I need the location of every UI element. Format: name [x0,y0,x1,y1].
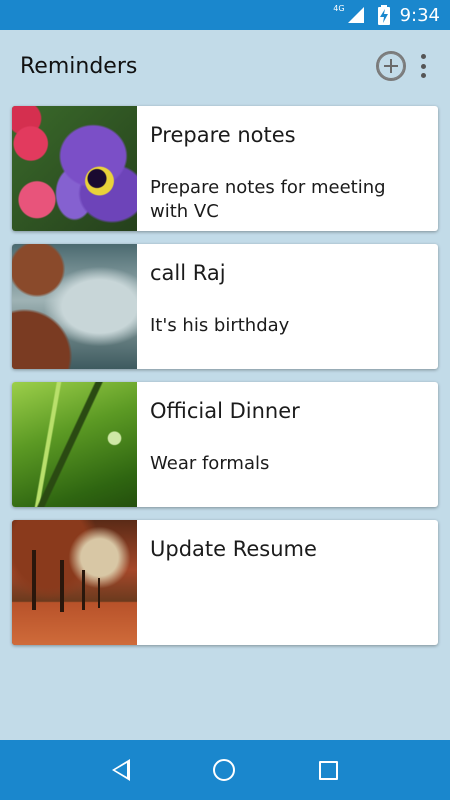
app-bar: Reminders [0,30,450,102]
reminder-description: Wear formals [150,453,270,474]
reminder-thumbnail [12,244,137,369]
back-icon[interactable] [111,759,130,781]
network-type-label: 4G [333,3,345,13]
navigation-bar [0,740,450,800]
reminder-title: Official Dinner [150,399,300,423]
reminder-thumbnail [12,106,137,231]
reminder-thumbnail [12,520,137,645]
reminder-card[interactable]: call Raj It's his birthday [12,244,438,369]
add-circle-icon [384,59,398,73]
home-icon[interactable] [213,759,236,781]
reminder-card[interactable]: Official Dinner Wear formals [12,382,438,507]
reminder-title: Update Resume [150,537,317,561]
status-bar: 4G 9:34 [0,0,450,30]
signal-icon [347,7,364,23]
reminder-card[interactable]: Update Resume [12,520,438,645]
reminder-description: Prepare notes for meeting with VC [150,177,386,222]
reminder-title: Prepare notes [150,123,296,147]
status-time: 9:34 [399,4,440,26]
reminder-thumbnail [12,382,137,507]
reminder-list: Prepare notes Prepare notes for meeting … [12,106,438,658]
reminder-card[interactable]: Prepare notes Prepare notes for meeting … [12,106,438,231]
add-reminder-button[interactable] [376,51,406,81]
page-title: Reminders [20,53,138,79]
recents-icon[interactable] [319,760,339,780]
reminder-description: It's his birthday [150,315,290,336]
battery-charging-icon [377,5,390,25]
reminder-title: call Raj [150,261,226,285]
overflow-menu-icon[interactable] [420,54,426,78]
